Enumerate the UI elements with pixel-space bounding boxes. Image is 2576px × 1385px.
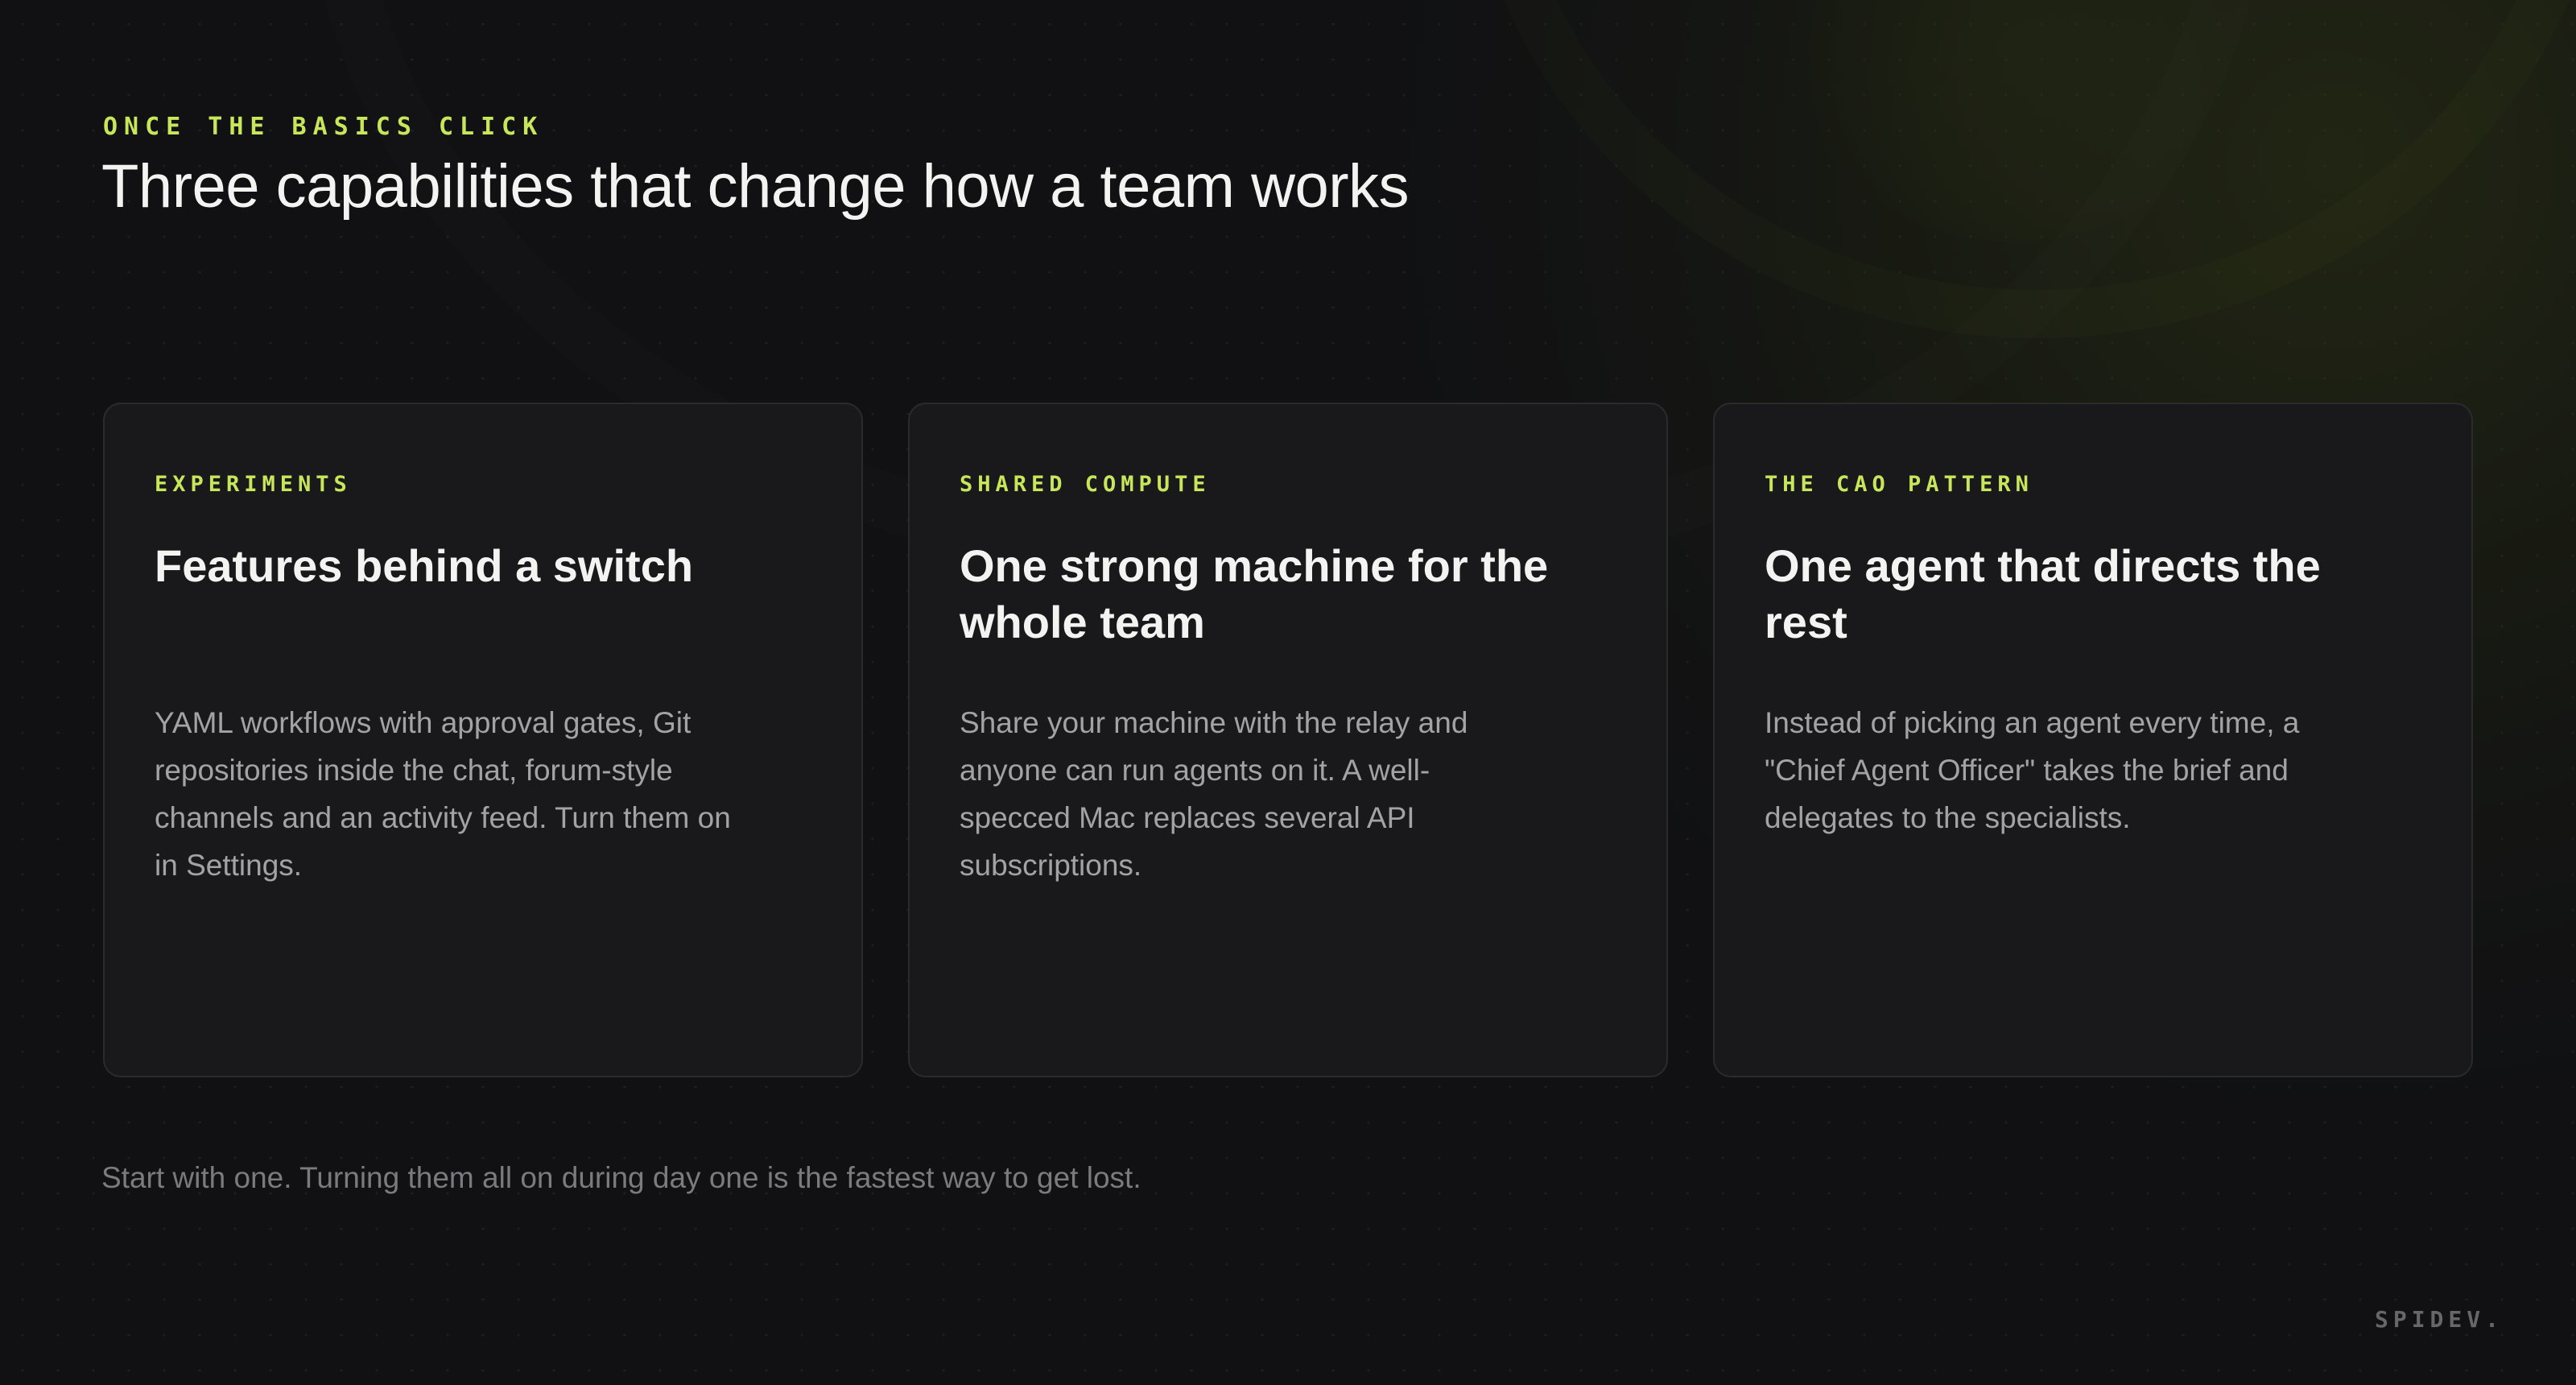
card-eyebrow: THE CAO PATTERN xyxy=(1765,472,2033,497)
card-body: Instead of picking an agent every time, … xyxy=(1765,706,2300,834)
card-eyebrow: EXPERIMENTS xyxy=(155,472,352,497)
card-title: Features behind a switch xyxy=(155,540,694,591)
card-title: One agent that directs the rest xyxy=(1765,540,2321,647)
card-body: YAML workflows with approval gates, Git … xyxy=(155,706,731,882)
card-body: Share your machine with the relay and an… xyxy=(960,706,1468,882)
footnote: Start with one. Turning them all on duri… xyxy=(101,1161,1141,1194)
brand-logo: SPIDEV. xyxy=(2374,1306,2504,1333)
card-title: One strong machine for the whole team xyxy=(960,540,1549,647)
card-eyebrow: SHARED COMPUTE xyxy=(960,472,1211,497)
slide-title: Three capabilities that change how a tea… xyxy=(101,152,1410,221)
card-experiments: EXPERIMENTS Features behind a switch YAM… xyxy=(103,403,863,1077)
card-shared-compute: SHARED COMPUTE One strong machine for th… xyxy=(908,403,1668,1077)
card-cao-pattern: THE CAO PATTERN One agent that directs t… xyxy=(1713,403,2473,1077)
slide: ONCE THE BASICS CLICK Three capabilities… xyxy=(0,0,2576,1385)
section-eyebrow: ONCE THE BASICS CLICK xyxy=(103,113,544,141)
